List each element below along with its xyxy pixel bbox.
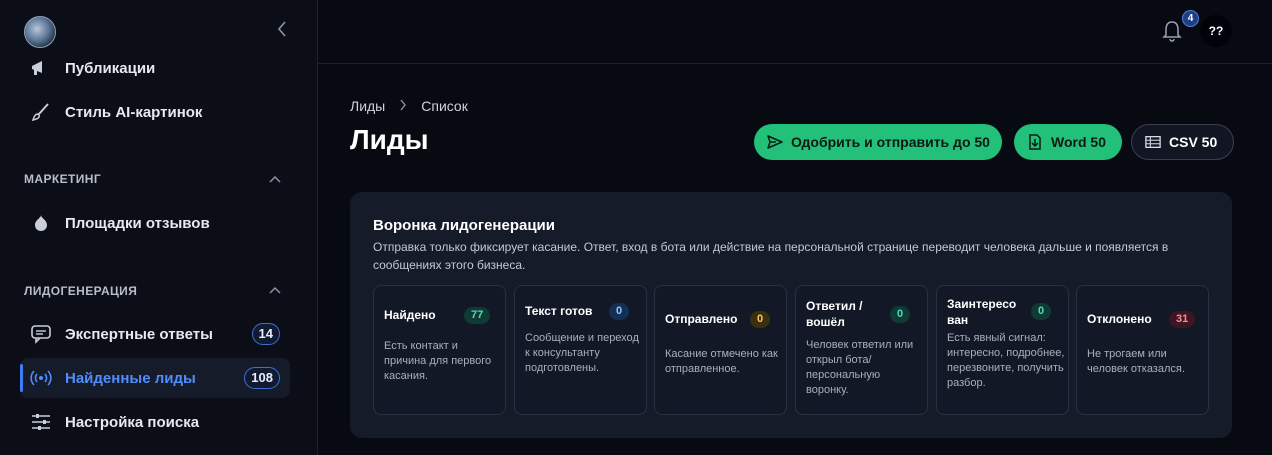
- funnel-stage-sent[interactable]: Отправлено 0 Касание отмечено как отправ…: [654, 285, 787, 415]
- stage-description: Касание отмечено как отправленное.: [665, 348, 778, 375]
- send-icon: [767, 134, 783, 150]
- section-title-marketing: МАРКЕТИНГ: [24, 172, 102, 186]
- button-label: Одобрить и отправить до 50: [791, 134, 990, 150]
- avatar[interactable]: ??: [1200, 15, 1232, 47]
- sidebar-item-review-platforms[interactable]: Площадки отзывов: [20, 203, 290, 243]
- button-label: Word 50: [1051, 134, 1106, 150]
- count-badge: 14: [251, 323, 280, 345]
- approve-send-button[interactable]: Одобрить и отправить до 50: [754, 124, 1002, 160]
- megaphone-icon: [30, 57, 52, 79]
- breadcrumb: Лиды Список: [350, 98, 468, 114]
- sidebar-item-search-settings[interactable]: Настройка поиска: [20, 402, 290, 442]
- funnel-stage-interested[interactable]: Заинтересо ван 0 Есть явный сигнал: инте…: [936, 285, 1069, 415]
- stage-description: Есть контакт и причина для первого касан…: [384, 340, 492, 382]
- collapse-sidebar-button[interactable]: [272, 20, 292, 44]
- lead-funnel-panel: Воронка лидогенерации Отправка только фи…: [350, 192, 1232, 438]
- stage-title: Отклонено: [1087, 312, 1152, 326]
- funnel-stage-rejected[interactable]: Отклонено 31 Не трогаем или человек отка…: [1076, 285, 1209, 415]
- panel-description: Отправка только фиксирует касание. Ответ…: [373, 240, 1169, 272]
- sidebar-item-label: Экспертные ответы: [65, 325, 213, 343]
- funnel-stage-found[interactable]: Найдено 77 Есть контакт и причина для пе…: [373, 285, 506, 415]
- radio-waves-icon: [30, 367, 52, 389]
- breadcrumb-link-leads[interactable]: Лиды: [350, 98, 385, 114]
- file-download-icon: [1027, 134, 1043, 150]
- stage-description: Есть явный сигнал: интересно, подробнее,…: [947, 332, 1065, 389]
- stage-count-badge: 77: [464, 307, 491, 324]
- bell-icon[interactable]: [1161, 19, 1183, 43]
- stage-title: Заинтересо ван: [947, 297, 1017, 327]
- app-logo[interactable]: [24, 16, 56, 48]
- stage-title: Отправлено: [665, 312, 738, 326]
- stage-description: Сообщение и переход к консультанту подго…: [525, 332, 639, 374]
- sidebar-item-expert-answers[interactable]: Экспертные ответы 14: [20, 314, 290, 354]
- sliders-icon: [30, 411, 52, 433]
- top-bar: [318, 0, 1272, 64]
- chevron-up-icon[interactable]: [268, 172, 282, 186]
- chevron-left-icon: [277, 21, 286, 37]
- sidebar-item-label: Площадки отзывов: [65, 214, 210, 232]
- breadcrumb-current: Список: [421, 98, 468, 114]
- brush-icon: [30, 101, 52, 123]
- stage-title: Текст готов: [525, 304, 593, 318]
- sidebar-item-label: Настройка поиска: [65, 413, 200, 431]
- csv-export-button[interactable]: CSV 50: [1131, 124, 1234, 160]
- chevron-up-icon[interactable]: [268, 283, 282, 297]
- chat-bubble-icon: [30, 323, 52, 345]
- sidebar-item-publications[interactable]: Публикации: [20, 48, 290, 88]
- stage-count-badge: 31: [1169, 311, 1196, 328]
- stage-description: Не трогаем или человек отказался.: [1087, 348, 1185, 375]
- stage-title: Найдено: [384, 308, 436, 322]
- stage-count-badge: 0: [750, 311, 771, 328]
- section-title-lead-generation: ЛИДОГЕНЕРАЦИЯ: [24, 284, 138, 298]
- funnel-stage-replied[interactable]: Ответил / вошёл 0 Человек ответил или от…: [795, 285, 928, 415]
- notification-badge: 4: [1182, 10, 1199, 27]
- sidebar: Публикации Стиль AI-картинок МАРКЕТИНГ П…: [0, 0, 318, 455]
- stage-description: Человек ответил или открыл бота/ персона…: [806, 339, 914, 396]
- word-export-button[interactable]: Word 50: [1014, 124, 1122, 160]
- stage-count-badge: 0: [1031, 303, 1052, 320]
- panel-title: Воронка лидогенерации: [373, 217, 555, 234]
- table-icon: [1145, 134, 1161, 150]
- stage-count-badge: 0: [890, 306, 911, 323]
- stage-count-badge: 0: [609, 303, 630, 320]
- sidebar-item-label: Публикации: [65, 59, 156, 77]
- garlic-icon: [30, 212, 52, 234]
- sidebar-item-label: Стиль AI-картинок: [65, 103, 203, 121]
- sidebar-item-ai-image-style[interactable]: Стиль AI-картинок: [20, 92, 290, 132]
- funnel-stage-text-ready[interactable]: Текст готов 0 Сообщение и переход к конс…: [514, 285, 647, 415]
- page-title: Лиды: [350, 124, 429, 155]
- sidebar-item-label: Найденные лиды: [65, 369, 196, 387]
- count-badge: 108: [244, 367, 280, 389]
- button-label: CSV 50: [1169, 134, 1218, 150]
- sidebar-item-found-leads[interactable]: Найденные лиды 108: [20, 358, 290, 398]
- chevron-right-icon: [399, 98, 407, 114]
- stage-title: Ответил / вошёл: [806, 299, 863, 329]
